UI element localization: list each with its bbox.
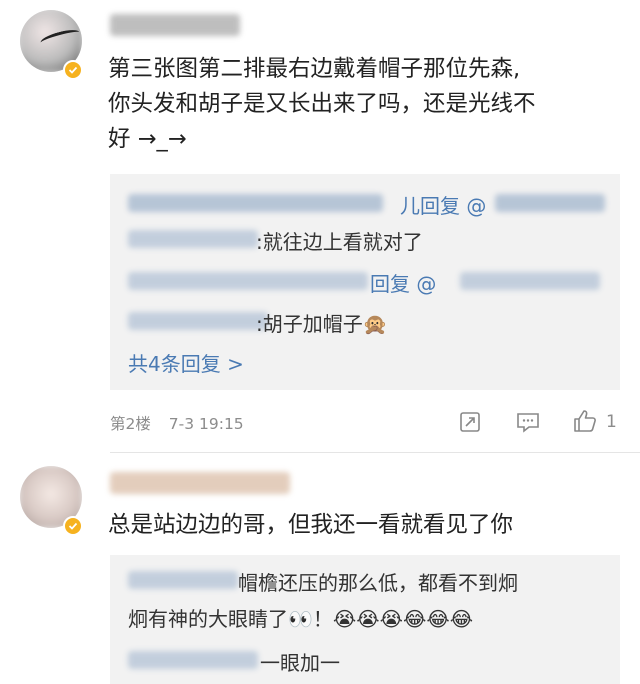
reply-mention[interactable]: @ [466, 194, 486, 218]
reply-username[interactable] [128, 194, 383, 212]
replies-panel: 儿回复 @ :就往边上看就对了 回复 @ :胡子加帽子🙊 共4条回复 > [110, 174, 620, 390]
reply-username[interactable] [128, 230, 258, 248]
thumbs-up-icon[interactable] [570, 406, 600, 436]
verified-badge-icon [63, 60, 83, 80]
timestamp: 7-3 19:15 [168, 415, 244, 433]
like-count: 1 [606, 412, 617, 432]
verified-badge-icon [63, 516, 83, 536]
reply-text: :胡子加帽子🙊 [256, 312, 388, 336]
reply-username[interactable] [128, 571, 238, 589]
more-replies-link[interactable]: 共4条回复 > [128, 348, 244, 377]
reply-text: :就往边上看就对了 [256, 230, 423, 254]
comment-text: 总是站边边的哥，但我还一看就看见了你 [108, 512, 514, 538]
reply-line: 回复 @ [370, 268, 436, 297]
reply-username[interactable] [128, 651, 258, 669]
reply-text: 帽檐还压的那么低，都看不到炯 [238, 571, 518, 595]
replies-panel: 帽檐还压的那么低，都看不到炯 炯有神的大眼睛了👀！😭😭😭😂😂😂 一眼加一 [110, 555, 620, 684]
comment-text: 第三张图第二排最右边戴着帽子那位先森, 你头发和胡子是又长出来了吗，还是光线不 … [108, 56, 536, 152]
reply-mention[interactable]: @ [416, 272, 436, 296]
reply-username[interactable] [128, 312, 268, 330]
username[interactable] [110, 14, 240, 36]
reply-text-continued: 炯有神的大眼睛了👀！😭😭😭😂😂😂 [128, 607, 474, 631]
reply-mention-name[interactable] [460, 272, 600, 290]
username[interactable] [110, 472, 290, 494]
reply-username[interactable] [128, 272, 368, 290]
comment-meta: 第2楼 7-3 19:15 [110, 412, 244, 434]
reply-text: 一眼加一 [260, 651, 340, 675]
divider [110, 452, 640, 453]
reply-prefix[interactable]: 回复 [370, 272, 410, 296]
comment-icon[interactable] [514, 408, 542, 436]
reply-mention-name[interactable] [495, 194, 605, 212]
reply-prefix[interactable]: 儿回复 [400, 194, 460, 218]
reply-line: 儿回复 @ [400, 190, 486, 219]
floor-number: 第2楼 [110, 415, 151, 433]
share-icon[interactable] [456, 408, 484, 436]
